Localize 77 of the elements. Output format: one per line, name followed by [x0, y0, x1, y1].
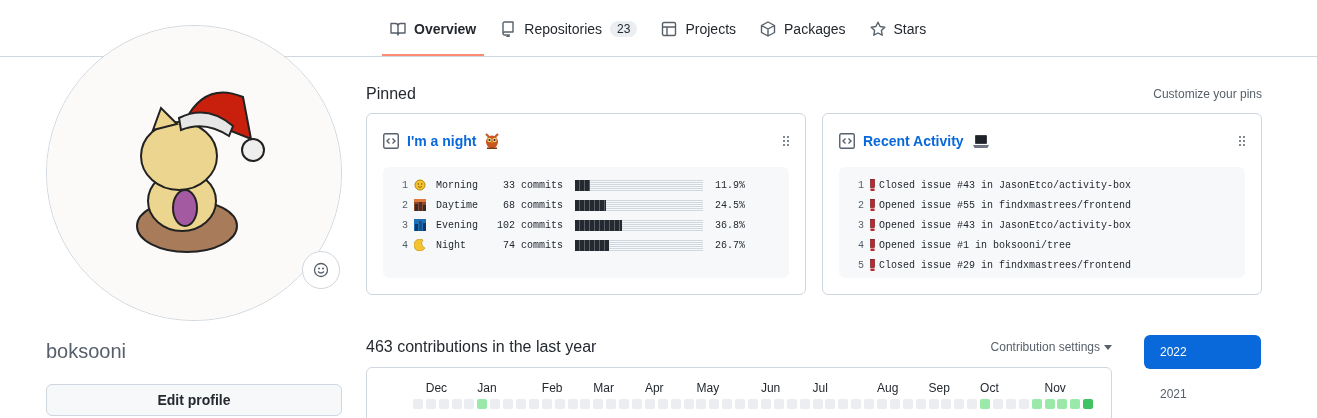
percent: 24.5% — [714, 199, 745, 211]
activity-text: Opened issue #43 in JasonEtco/activity-box — [879, 219, 1132, 231]
owl-icon — [484, 133, 502, 149]
username: boksooni — [46, 339, 128, 363]
customize-pins-link[interactable]: Customize your pins — [1153, 87, 1262, 101]
time-label: Morning — [436, 179, 479, 191]
line-number: 2 — [857, 199, 864, 211]
city-dusk-icon — [414, 219, 426, 231]
count-badge: 23 — [610, 21, 638, 37]
activity-text: Closed issue #43 in JasonEtco/activity-box — [879, 179, 1132, 191]
commit-count: 68 commits — [502, 199, 563, 211]
card-title-link[interactable]: I'm a night — [407, 133, 477, 149]
activity-text: Opened issue #1 in boksooni/tree — [879, 239, 1072, 251]
line-number: 3 — [401, 219, 408, 231]
crescent-moon-icon — [414, 239, 426, 251]
line-number: 4 — [857, 239, 864, 251]
drag-grip-icon — [783, 136, 789, 146]
time-label: Evening — [436, 219, 479, 231]
line-number: 5 — [857, 259, 864, 271]
month-label: Jan — [477, 380, 498, 396]
month-label: Mar — [593, 380, 616, 396]
cube-icon — [760, 21, 777, 37]
month-label: Sep — [928, 380, 951, 396]
section-title: Pinned — [366, 85, 416, 103]
month-label: Jul — [812, 380, 829, 396]
card-title-link[interactable]: Recent Activity — [863, 133, 964, 149]
commit-count: 74 commits — [502, 239, 563, 251]
month-label: Nov — [1044, 380, 1067, 396]
tab[interactable]: Stars — [861, 2, 935, 56]
sun-icon — [414, 179, 426, 191]
activity-text: Closed issue #29 in findxmastrees/frontend — [879, 259, 1132, 271]
book-icon — [390, 21, 406, 37]
month-label: Jun — [760, 380, 782, 396]
tab[interactable]: Overview — [382, 2, 485, 56]
line-number: 3 — [857, 219, 864, 231]
tab[interactable]: Repositories 23 — [492, 2, 646, 56]
commit-count: 102 commits — [496, 219, 563, 231]
month-label: Apr — [644, 380, 665, 396]
month-label: Feb — [541, 380, 564, 396]
repo-icon — [500, 21, 517, 37]
tab[interactable]: Projects — [653, 2, 745, 56]
exclamation-icon — [870, 179, 875, 191]
exclamation-icon — [870, 259, 875, 271]
caret-down-icon — [1104, 344, 1112, 350]
edit-profile-button[interactable]: Edit profile — [46, 384, 342, 416]
percent: 36.8% — [714, 219, 745, 231]
activity-text: Opened issue #55 in findxmastrees/frontend — [879, 199, 1132, 211]
exclamation-icon — [870, 199, 875, 211]
month-label: Aug — [876, 380, 900, 396]
line-number: 4 — [401, 239, 408, 251]
time-label: Night — [436, 239, 467, 251]
year-button[interactable]: 2022 — [1144, 335, 1261, 369]
month-label: Dec — [425, 380, 449, 396]
emoji-status-button[interactable] — [302, 251, 340, 289]
commit-count: 33 commits — [502, 179, 563, 191]
table-icon — [661, 21, 678, 37]
code-square-icon — [839, 133, 855, 149]
exclamation-icon — [870, 239, 875, 251]
percent: 26.7% — [714, 239, 745, 251]
year-button[interactable]: 2021 — [1144, 377, 1261, 411]
city-sunrise-icon — [414, 199, 426, 211]
month-label: Oct — [980, 380, 1000, 396]
exclamation-icon — [870, 219, 875, 231]
line-number: 1 — [857, 179, 864, 191]
time-label: Daytime — [436, 199, 479, 211]
star-icon — [869, 21, 886, 37]
percent: 11.9% — [714, 179, 745, 191]
code-square-icon — [383, 133, 399, 149]
month-label: May — [696, 380, 721, 396]
smiley-icon — [313, 262, 329, 278]
line-number: 2 — [401, 199, 408, 211]
contributions-heading: 463 contributions in the last year — [366, 338, 597, 356]
drag-grip-icon — [1239, 136, 1245, 146]
line-number: 1 — [401, 179, 408, 191]
laptop-icon — [971, 133, 989, 149]
contribution-settings-dropdown[interactable]: Contribution settings — [990, 340, 1112, 354]
tab[interactable]: Packages — [752, 2, 854, 56]
